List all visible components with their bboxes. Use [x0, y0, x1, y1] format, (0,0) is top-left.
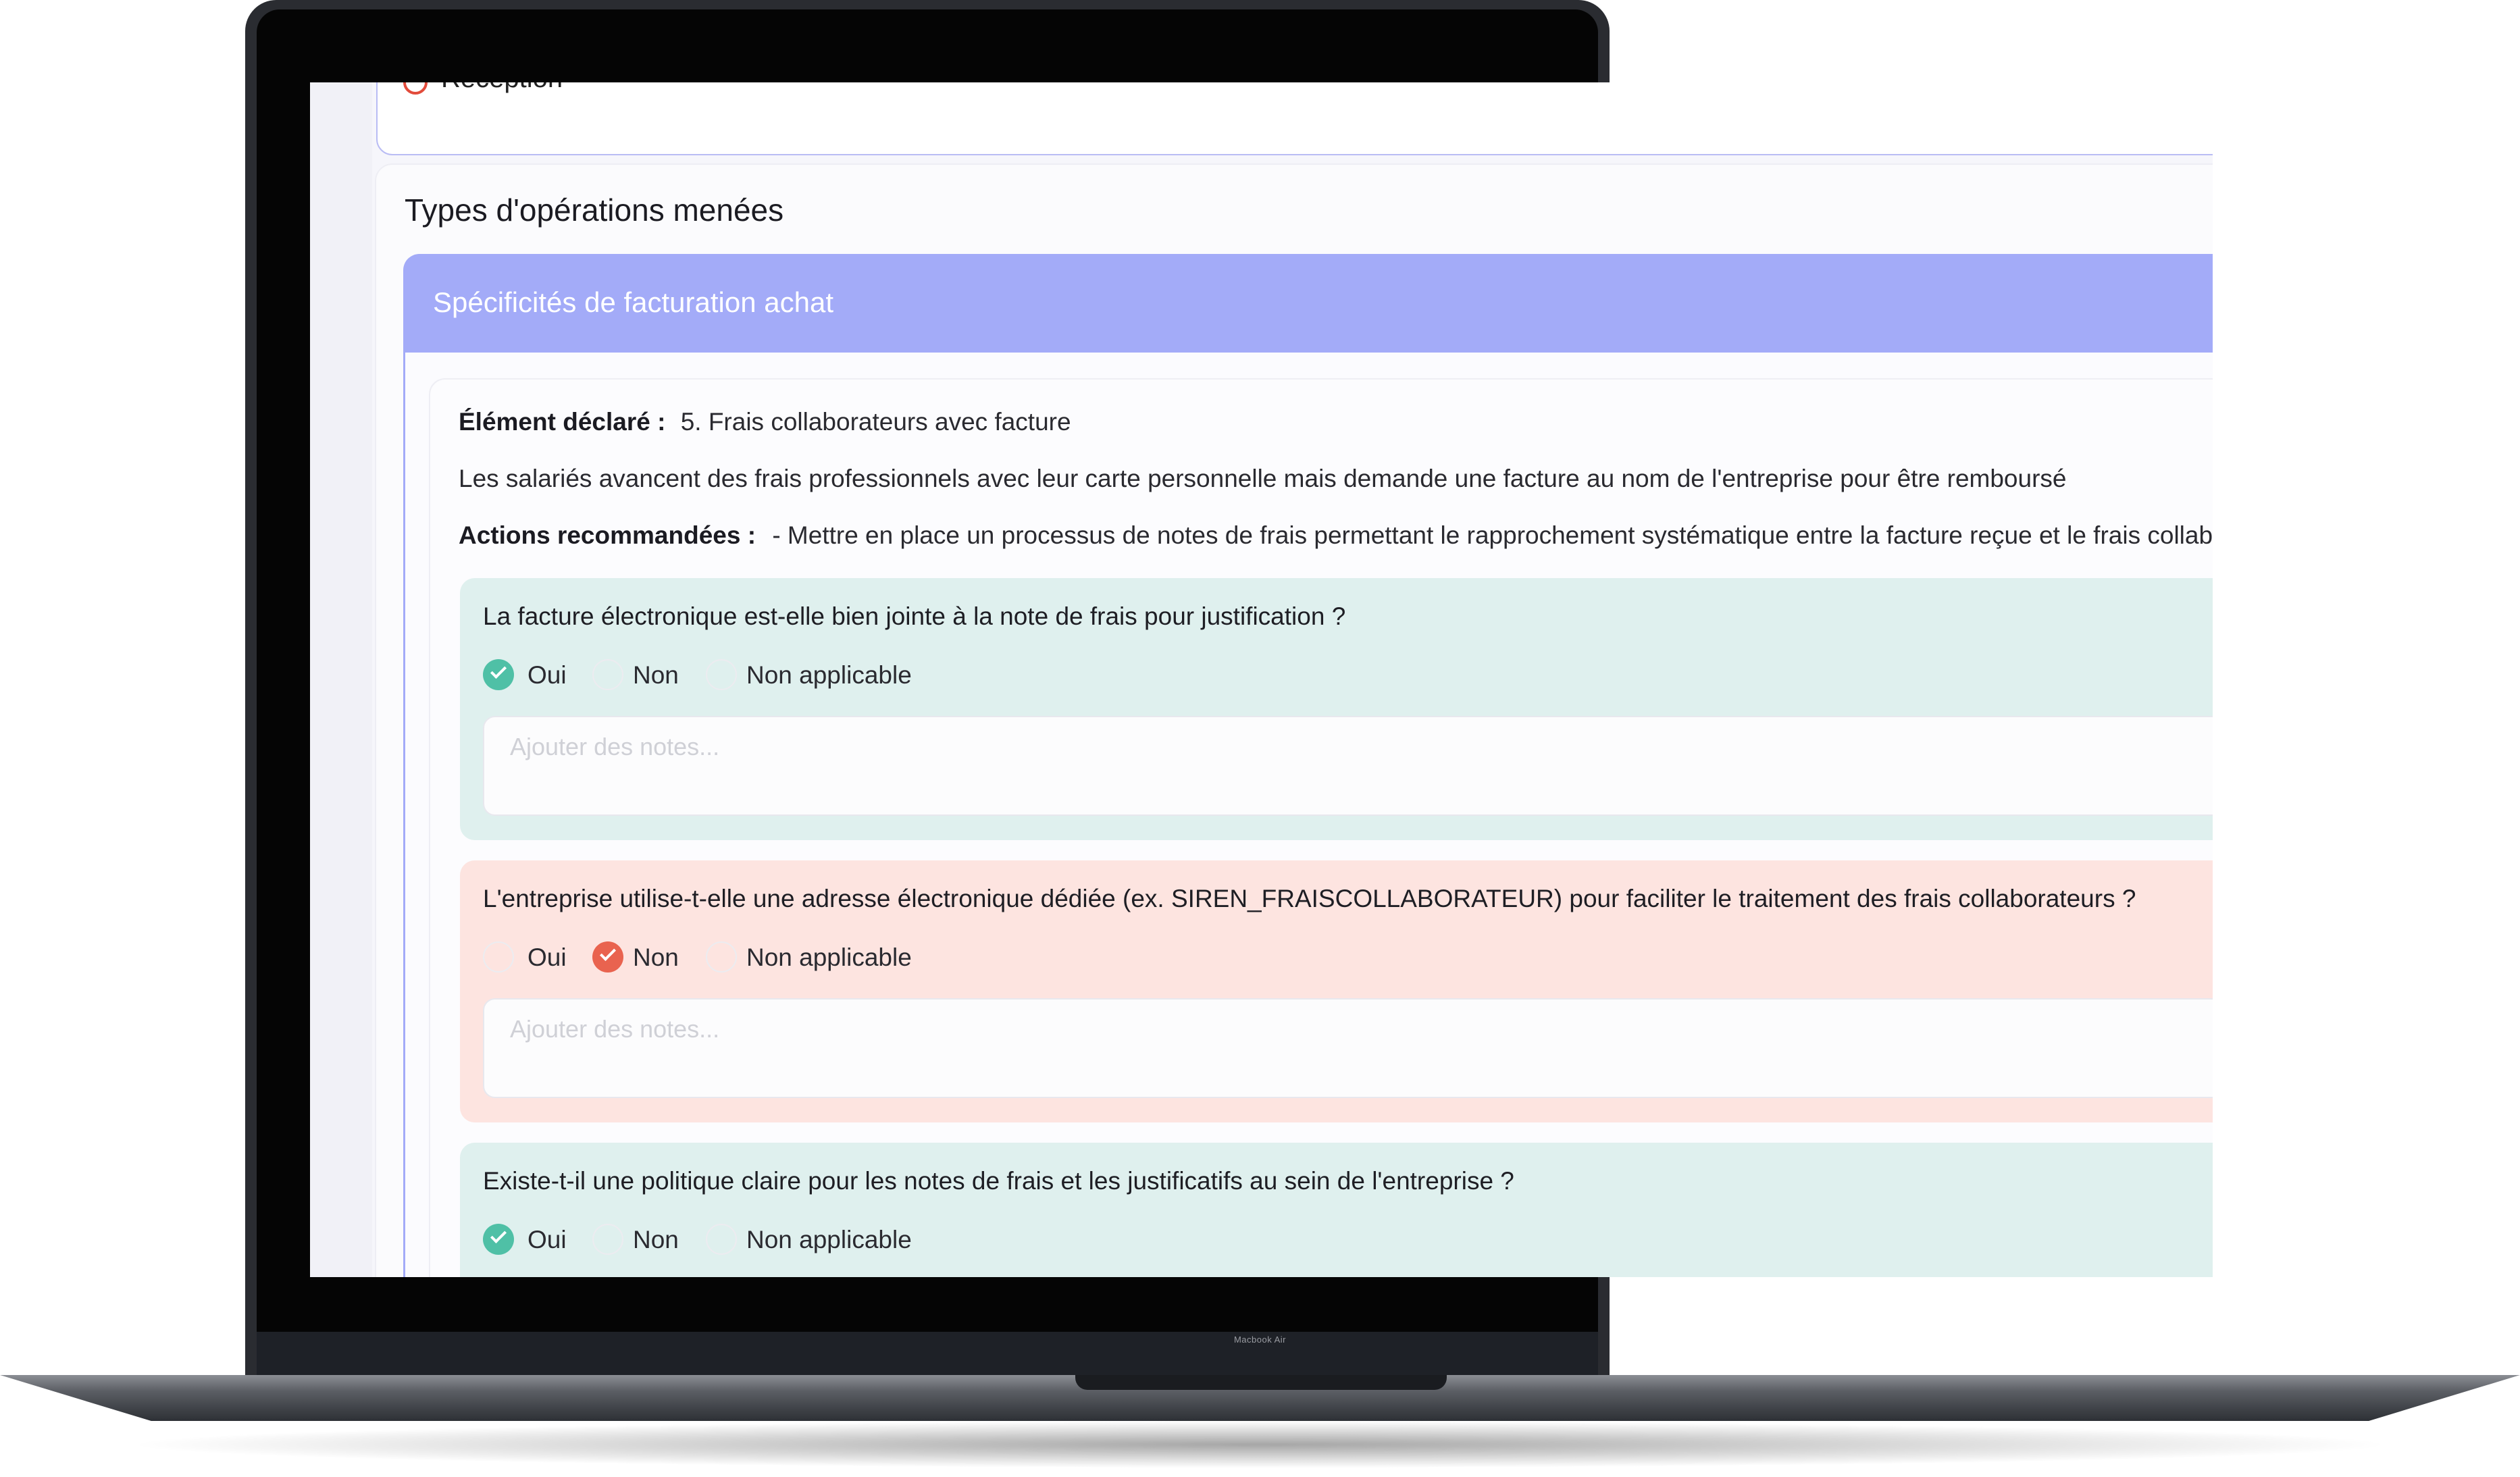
notes-field[interactable]	[483, 716, 2213, 816]
laptop-shadow	[122, 1421, 2398, 1468]
option-label-oui[interactable]: Oui	[528, 661, 567, 690]
declared-description: Les salariés avancent des frais professi…	[459, 465, 2067, 492]
check-icon	[490, 1226, 507, 1244]
radio-oui-selected[interactable]	[483, 659, 514, 690]
radio-oui-selected[interactable]	[483, 1224, 514, 1255]
previous-item-card[interactable]: Réception	[376, 82, 2213, 155]
app-screen: Réception Types d'opérations menées Spéc…	[310, 82, 2213, 1277]
declared-label: Élément déclaré :	[459, 408, 666, 436]
question-card: L'entreprise utilise-t-elle une adresse …	[460, 860, 2213, 1122]
option-label-non[interactable]: Non	[633, 943, 679, 972]
sidebar-strip	[310, 82, 372, 1277]
question-text: La facture électronique est-elle bien jo…	[483, 602, 1346, 630]
accordion-title[interactable]: Spécificités de facturation achat	[433, 286, 833, 319]
option-label-oui[interactable]: Oui	[528, 1226, 567, 1254]
check-icon	[490, 662, 507, 679]
radio-non-applicable[interactable]	[706, 659, 737, 690]
option-label-oui[interactable]: Oui	[528, 943, 567, 972]
actions-label: Actions recommandées :	[459, 521, 756, 549]
laptop-model-label: Macbook Air	[1233, 1335, 1287, 1345]
notes-field[interactable]	[483, 998, 2213, 1098]
option-label-non-applicable[interactable]: Non applicable	[746, 943, 912, 972]
radio-oui[interactable]	[483, 941, 514, 973]
option-label-non[interactable]: Non	[633, 661, 679, 690]
question-card: La facture électronique est-elle bien jo…	[460, 578, 2213, 840]
actions-value: - Mettre en place un processus de notes …	[772, 521, 2213, 549]
section-title: Types d'opérations menées	[405, 192, 784, 228]
laptop-hinge-notch	[1075, 1375, 1447, 1390]
question-text: Existe-t-il une politique claire pour le…	[483, 1167, 1514, 1195]
declared-element-row: Élément déclaré : 5. Frais collaborateur…	[459, 408, 1071, 436]
option-label-non[interactable]: Non	[633, 1226, 679, 1254]
status-circle-icon	[403, 82, 428, 95]
radio-non-applicable[interactable]	[706, 941, 737, 973]
question-text: L'entreprise utilise-t-elle une adresse …	[483, 885, 2136, 912]
radio-non-selected[interactable]	[592, 941, 623, 973]
radio-non[interactable]	[592, 1224, 623, 1255]
radio-non[interactable]	[592, 659, 623, 690]
check-icon	[599, 944, 617, 962]
option-label-non-applicable[interactable]: Non applicable	[746, 661, 912, 690]
question-card: Existe-t-il une politique claire pour le…	[460, 1143, 2213, 1277]
notes-input[interactable]	[509, 1014, 2132, 1044]
radio-non-applicable[interactable]	[706, 1224, 737, 1255]
previous-item-label: Réception	[441, 82, 563, 94]
declared-value: 5. Frais collaborateurs avec facture	[680, 408, 1071, 436]
notes-input[interactable]	[509, 732, 2132, 762]
recommended-actions-row: Actions recommandées : - Mettre en place…	[459, 521, 2213, 550]
option-label-non-applicable[interactable]: Non applicable	[746, 1226, 912, 1254]
